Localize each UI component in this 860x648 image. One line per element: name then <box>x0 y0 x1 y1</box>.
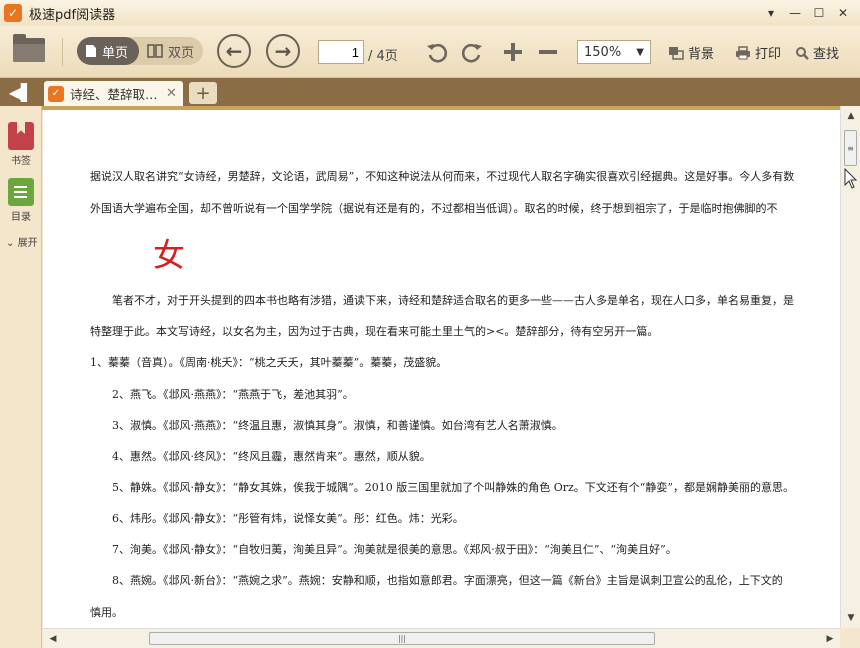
background-icon <box>669 46 684 60</box>
rotate-left-button[interactable] <box>424 39 450 65</box>
list-item: 7、洵美。《邶风·静女》：“自牧归荑，洵美且异”。洵美就是很美的意思。《郑风·叔… <box>112 543 677 556</box>
single-page-label: 单页 <box>102 45 129 61</box>
zoom-select[interactable]: 150% ▼ <box>577 40 651 64</box>
previous-page-button[interactable]: ← <box>217 34 251 68</box>
zoom-out-button[interactable] <box>535 39 561 65</box>
list-item: 1、蓁蓁（音真）。《周南·桃夭》：“桃之夭夭，其叶蓁蓁”。蓁蓁，茂盛貌。 <box>90 356 448 369</box>
scrollbar-corner <box>840 628 860 648</box>
zoom-value: 150% <box>584 44 622 60</box>
scroll-right-icon[interactable]: ▶ <box>822 631 838 647</box>
paragraph-line: 慎用。 <box>90 606 123 619</box>
list-item: 4、惠然。《邶风·终风》：“终风且霾，惠然肯来”。惠然，顺从貌。 <box>112 450 431 463</box>
document-tab[interactable]: ✓ 诗经、楚辞取… ✕ <box>44 81 183 106</box>
rotate-right-icon <box>461 43 482 63</box>
close-button[interactable]: ✕ <box>832 3 854 23</box>
pdf-file-icon: ✓ <box>48 85 64 102</box>
list-item: 5、静姝。《邶风·静女》：“静女其姝，俟我于城隅”。2010 版三国里就加了个叫… <box>112 481 795 494</box>
find-label: 查找 <box>813 47 840 62</box>
rotate-left-icon <box>427 43 448 63</box>
single-page-icon <box>86 45 96 57</box>
collapse-left-icon: ◀▌ <box>8 82 34 102</box>
toc-label: 目录 <box>11 212 31 223</box>
toolbar-divider <box>62 38 63 66</box>
document-view[interactable]: 据说汉人取名讲究“女诗经，男楚辞，文论语，武周易”，不知这种说法从何而来，不过现… <box>43 110 840 628</box>
arrow-right-icon: → <box>274 39 292 63</box>
page-number-input[interactable] <box>318 40 364 64</box>
chevron-down-icon: ⌄ <box>6 238 15 249</box>
horizontal-scrollbar[interactable]: ◀ ||| ▶ <box>43 628 840 648</box>
tab-close-icon[interactable]: ✕ <box>166 86 177 101</box>
background-button[interactable]: 背景 <box>668 43 714 62</box>
document-tab-label: 诗经、楚辞取… <box>70 87 158 102</box>
paragraph-line: 据说汉人取名讲究“女诗经，男楚辞，文论语，武周易”，不知这种说法从何而来，不过现… <box>90 170 795 183</box>
toolbar: 单页 双页 ← → / 4页 <box>0 26 860 78</box>
minus-icon <box>539 50 557 54</box>
app-logo-icon: ✓ <box>4 4 22 22</box>
single-page-button[interactable]: 单页 <box>77 37 139 65</box>
search-icon <box>796 46 809 60</box>
page-total: / 4页 <box>368 49 398 64</box>
plus-icon: + <box>195 82 211 104</box>
double-page-icon <box>147 44 163 58</box>
arrow-left-icon: ← <box>225 39 243 63</box>
chevron-down-icon: ▼ <box>636 46 644 58</box>
large-heading-char: 女 <box>153 236 186 274</box>
minimize-button[interactable]: — <box>784 3 806 23</box>
double-page-button[interactable]: 双页 <box>139 37 202 65</box>
scroll-down-icon[interactable]: ▼ <box>843 610 859 626</box>
list-item: 2、燕飞。《邶风·燕燕》：“燕燕于飞，差池其羽”。 <box>112 388 354 401</box>
paragraph-line: 特整理于此。本文写诗经，以女名为主，因为过于古典，现在看来可能土里土气的><。楚… <box>90 325 659 338</box>
scroll-left-icon[interactable]: ◀ <box>45 631 61 647</box>
folder-icon <box>13 34 45 62</box>
sidebar-collapse-button[interactable]: ◀▌ <box>0 78 42 106</box>
printer-icon <box>736 45 750 59</box>
list-item: 8、燕婉。《邶风·新台》：“燕婉之求”。燕婉：安静和顺，也指如意郎君。字面漂亮，… <box>112 574 783 587</box>
double-page-label: 双页 <box>168 45 195 61</box>
zoom-in-button[interactable] <box>500 39 526 65</box>
find-button[interactable]: 查找 <box>795 43 839 62</box>
paragraph-line: 外国语大学遍布全国，却不曾听说有一个国学学院（据说有还是有的，不过都相当低调）。… <box>90 202 778 215</box>
next-page-button[interactable]: → <box>266 34 300 68</box>
expand-label: 展开 <box>17 238 38 249</box>
bookmark-icon <box>8 122 34 150</box>
title-bar: ✓ 极速pdf阅读器 ▾ — ☐ ✕ <box>0 0 860 26</box>
expand-button[interactable]: ⌄ 展开 <box>6 234 38 249</box>
sidebar: 书签 目录 ⌄ 展开 <box>0 106 42 648</box>
vertical-scroll-thumb[interactable]: ≡ <box>844 130 857 166</box>
window-controls: ▾ — ☐ ✕ <box>760 3 854 23</box>
view-mode-toggle: 单页 双页 <box>77 37 203 65</box>
tab-bar: ◀▌ ✓ 诗经、楚辞取… ✕ + <box>0 78 860 106</box>
app-title: 极速pdf阅读器 <box>29 7 116 23</box>
list-item: 6、炜彤。《邶风·静女》：“彤管有炜，说怿女美”。彤：红色。炜：光彩。 <box>112 512 464 525</box>
menu-dropdown-icon[interactable]: ▾ <box>760 3 782 23</box>
table-of-contents-icon <box>8 178 34 206</box>
maximize-button[interactable]: ☐ <box>808 3 830 23</box>
mouse-cursor-icon <box>844 168 858 189</box>
plus-icon <box>504 43 522 61</box>
horizontal-scroll-thumb[interactable]: ||| <box>149 632 655 645</box>
bookmark-button[interactable]: 书签 <box>0 122 42 167</box>
print-label: 打印 <box>755 47 782 62</box>
bookmark-label: 书签 <box>11 156 31 167</box>
paragraph-line: 笔者不才，对于开头提到的四本书也略有涉猎，通读下来，诗经和楚辞适合取名的更多一些… <box>112 294 794 307</box>
background-label: 背景 <box>688 47 715 62</box>
print-button[interactable]: 打印 <box>735 43 781 62</box>
list-item: 3、淑慎。《邶风·燕燕》：“终温且惠，淑慎其身”。淑慎，和善谨慎。如台湾有艺人名… <box>112 419 563 432</box>
new-tab-button[interactable]: + <box>189 82 217 104</box>
scroll-up-icon[interactable]: ▲ <box>843 108 859 124</box>
toc-button[interactable]: 目录 <box>0 178 42 223</box>
open-file-button[interactable] <box>12 34 46 64</box>
rotate-right-button[interactable] <box>459 39 485 65</box>
